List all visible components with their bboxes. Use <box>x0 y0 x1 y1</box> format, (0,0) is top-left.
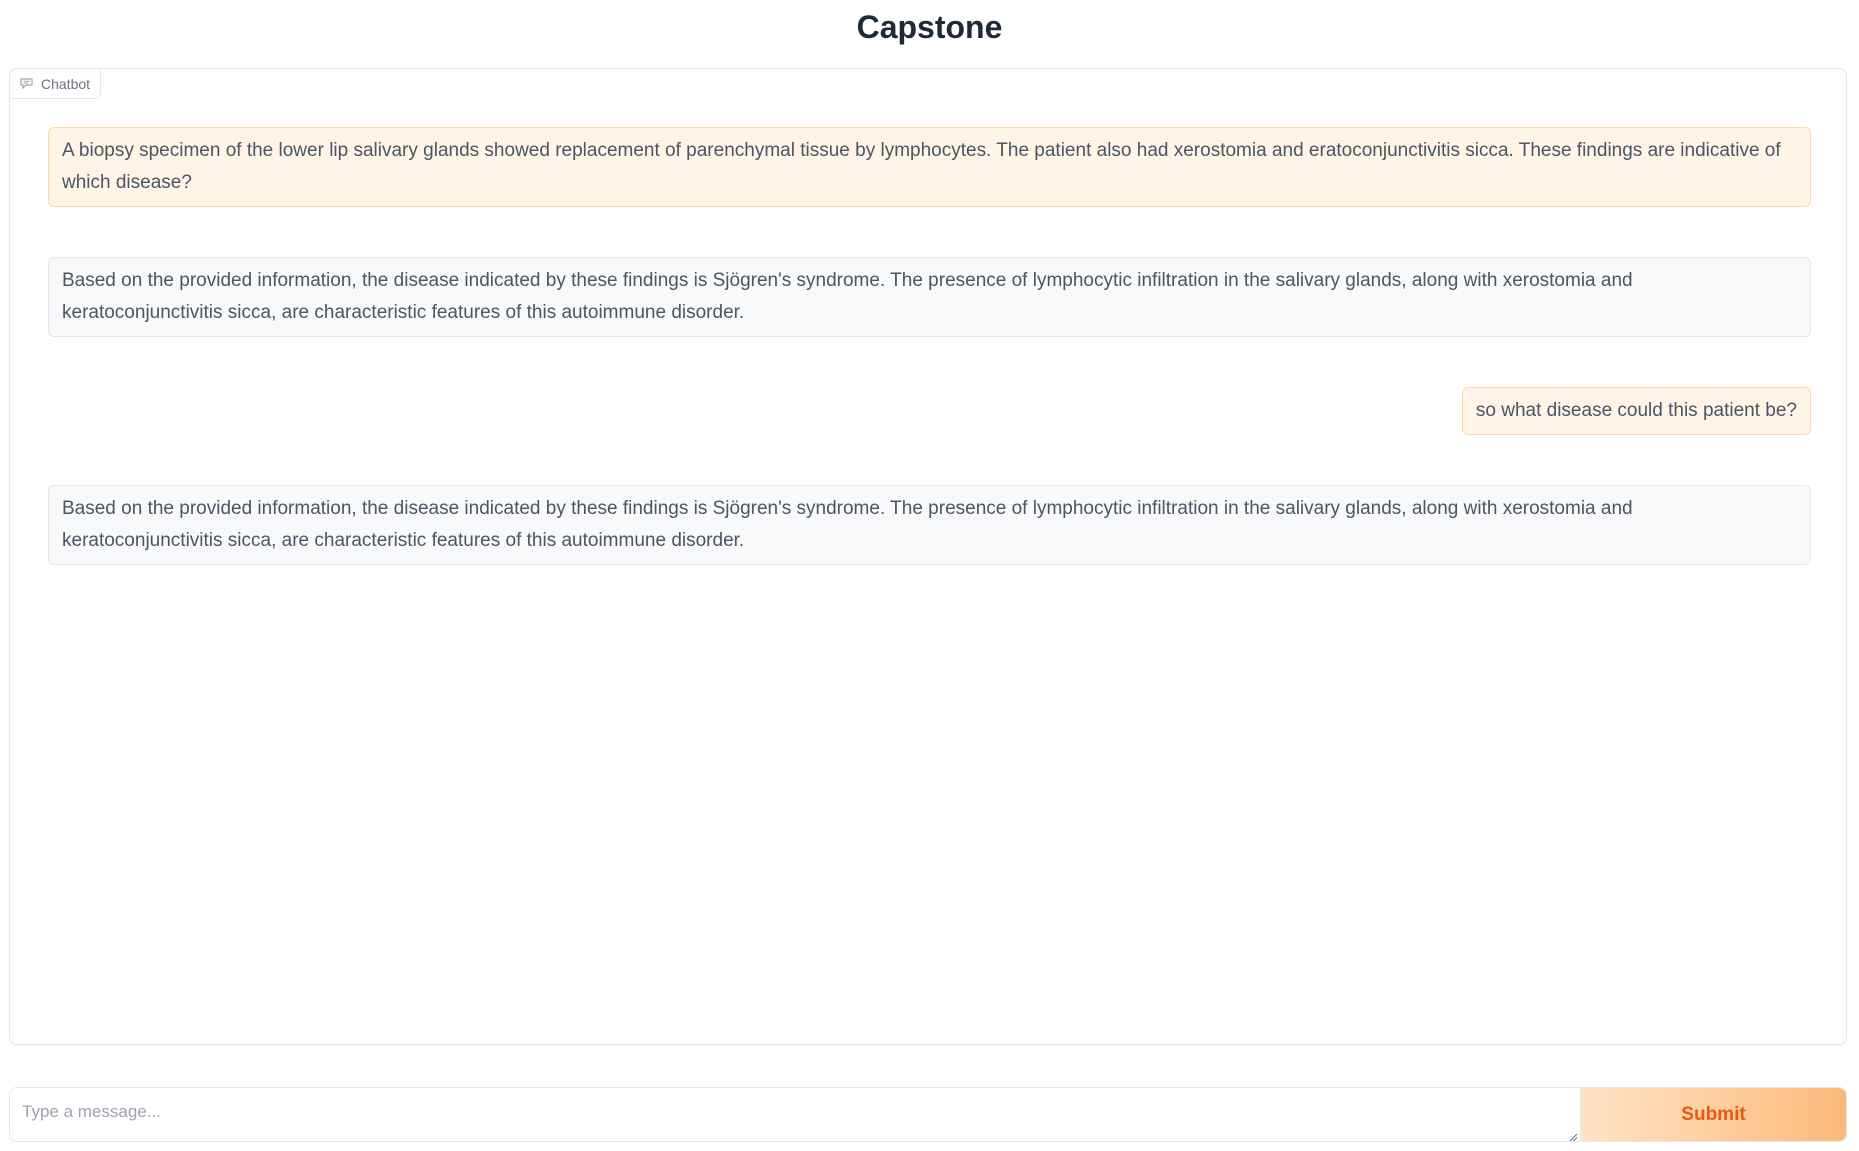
submit-button[interactable]: Submit <box>1581 1088 1846 1141</box>
user-message: so what disease could this patient be? <box>1461 387 1811 435</box>
resize-handle-icon[interactable] <box>1568 1129 1578 1141</box>
message-input-row: Submit <box>9 1087 1847 1142</box>
bot-message: Based on the provided information, the d… <box>48 257 1811 337</box>
app-root: Capstone Chatbot A biopsy specimen of th… <box>0 0 1859 1151</box>
chatbot-label: Chatbot <box>9 68 102 99</box>
message-input[interactable] <box>10 1088 1580 1141</box>
message-list: A biopsy specimen of the lower lip saliv… <box>48 127 1811 565</box>
page-title: Capstone <box>856 9 1003 45</box>
chatbot-panel[interactable]: Chatbot A biopsy specimen of the lower l… <box>9 68 1847 1045</box>
chat-bubble-icon <box>20 78 33 89</box>
chatbot-label-text: Chatbot <box>41 75 91 92</box>
bot-message: Based on the provided information, the d… <box>48 485 1811 565</box>
user-message: A biopsy specimen of the lower lip saliv… <box>48 127 1811 207</box>
